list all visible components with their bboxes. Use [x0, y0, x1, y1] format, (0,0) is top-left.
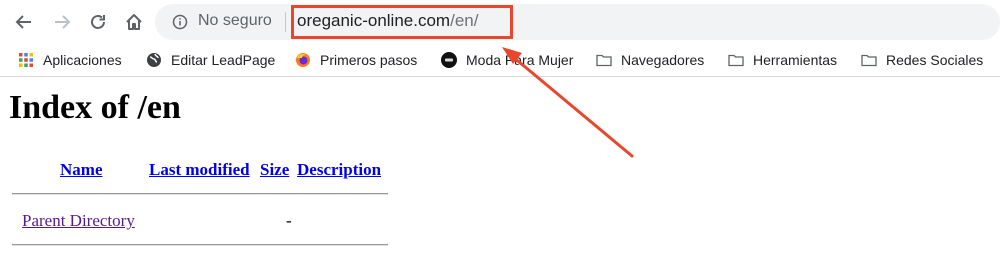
- page-title: Index of /en: [9, 89, 181, 126]
- table-divider-bottom: [12, 244, 388, 246]
- bookmark-label: Navegadores: [621, 52, 705, 68]
- folder-icon: [596, 54, 612, 67]
- table-divider-top: [12, 193, 388, 195]
- parent-directory-link[interactable]: Parent Directory: [22, 211, 135, 231]
- bookmark-moda-para-mujer[interactable]: Moda Para Mujer: [441, 50, 573, 70]
- firefox-icon: [296, 53, 310, 67]
- bookmark-apps[interactable]: Aplicaciones: [18, 50, 122, 70]
- bookmark-primeros-pasos[interactable]: Primeros pasos: [295, 50, 417, 70]
- column-header-last-modified[interactable]: Last modified: [149, 160, 250, 180]
- folder-icon: [728, 54, 744, 67]
- globe-icon: [147, 53, 161, 67]
- back-button[interactable]: [12, 10, 36, 34]
- home-icon: [126, 14, 142, 30]
- info-icon[interactable]: [172, 14, 188, 30]
- dft-icon: [441, 52, 457, 68]
- bookmark-label: Aplicaciones: [43, 52, 122, 68]
- home-button[interactable]: [122, 10, 146, 34]
- security-status[interactable]: No seguro: [198, 12, 272, 30]
- folder-icon: [861, 54, 877, 67]
- address-bar[interactable]: [155, 4, 1000, 40]
- omnibox-divider: [285, 12, 286, 32]
- column-header-name[interactable]: Name: [60, 160, 102, 180]
- column-header-size[interactable]: Size: [260, 160, 289, 180]
- bookmark-label: Primeros pasos: [320, 52, 418, 68]
- row-size: -: [286, 211, 292, 230]
- forward-arrow-icon: [55, 15, 71, 29]
- bookmark-label: Editar LeadPage: [171, 52, 276, 68]
- directory-listing-page: Index of /en Name Last modified Size Des…: [0, 77, 1000, 270]
- back-arrow-icon: [15, 15, 31, 29]
- column-header-description[interactable]: Description: [297, 160, 381, 180]
- browser-toolbar: No seguro oreganic-online.com/en/: [0, 0, 1000, 44]
- bookmark-editar-leadpage[interactable]: Editar LeadPage: [146, 50, 275, 70]
- bookmark-label: Redes Sociales: [886, 52, 984, 68]
- reload-button[interactable]: [86, 10, 110, 34]
- forward-button[interactable]: [50, 10, 74, 34]
- reload-icon: [91, 14, 105, 29]
- bookmark-herramientas[interactable]: Herramientas: [728, 50, 837, 70]
- bookmarks-bar: Aplicaciones Editar LeadPage Primeros pa…: [0, 44, 1000, 77]
- bookmark-label: Moda Para Mujer: [466, 52, 574, 68]
- bookmark-label: Herramientas: [753, 52, 838, 68]
- bookmark-navegadores[interactable]: Navegadores: [596, 50, 704, 70]
- url-highlight-annotation: [291, 5, 513, 39]
- bookmark-redes-sociales[interactable]: Redes Sociales: [861, 50, 983, 70]
- apps-grid-icon: [19, 53, 33, 67]
